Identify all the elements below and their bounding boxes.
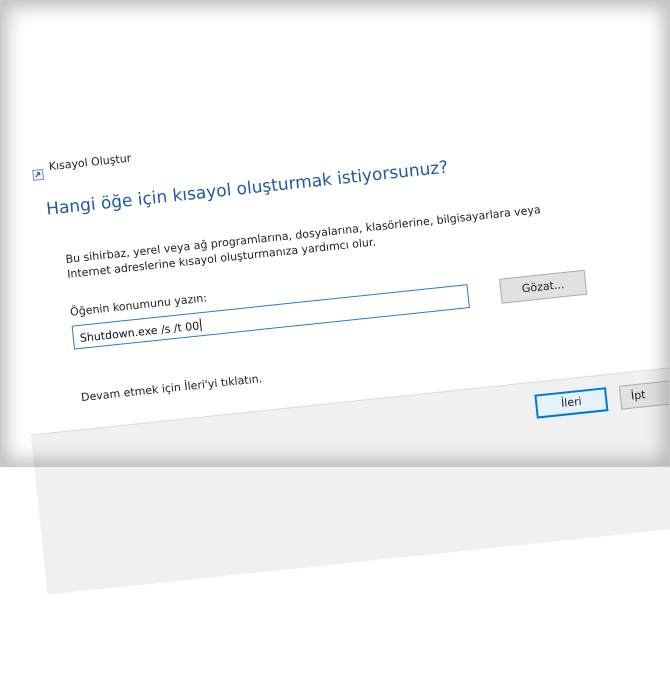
wizard-description: Bu sihirbaz, yerel veya ağ programlarına… [64,203,542,281]
location-input-value: Shutdown.exe /s /t 00 [79,319,200,345]
location-input[interactable]: Shutdown.exe /s /t 00 [71,284,470,350]
dialog-footer [30,340,670,595]
continue-hint: Devam etmek için İleri'yi tıklatın. [80,372,263,405]
shortcut-app-icon [32,165,45,181]
text-caret [199,318,202,332]
browse-button[interactable]: Gözat... [499,269,588,304]
window-title: Kısayol Oluştur [48,151,132,174]
create-shortcut-dialog: Kısayol Oluştur Hangi öğe için kısayol o… [22,81,670,678]
